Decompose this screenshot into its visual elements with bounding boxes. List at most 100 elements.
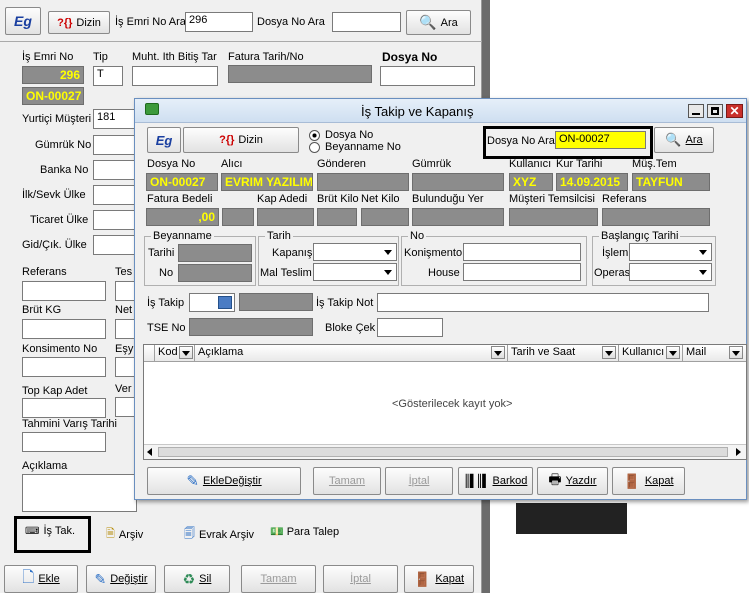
ticaret-ulke-input[interactable] <box>93 210 135 230</box>
col-kullanici-dropdown-icon[interactable] <box>666 346 680 359</box>
konismento-input[interactable] <box>463 243 581 261</box>
mal-teslim-select[interactable] <box>313 263 397 281</box>
yazdir-button[interactable]: 🖶 Yazdır <box>537 467 608 495</box>
col-tarih-saat[interactable]: Tarih ve Saat <box>508 345 619 361</box>
dialog-ara-button[interactable]: 🔍 Ara <box>654 127 714 153</box>
h-alici: Alıcı <box>221 158 243 170</box>
kapanis-label: Kapanış <box>272 247 313 259</box>
col-aciklama[interactable]: Açıklama <box>195 345 508 361</box>
gumruk-no-input[interactable] <box>93 135 135 155</box>
divider <box>0 41 482 42</box>
operas-select[interactable] <box>629 263 712 281</box>
h-dosya-no: Dosya No <box>147 158 196 170</box>
scroll-thumb[interactable] <box>158 447 728 457</box>
keyboard-icon: ⌨ <box>25 525 40 537</box>
yurtici-input[interactable]: 181 <box>93 109 135 129</box>
iptal-button[interactable]: İptal <box>323 565 398 593</box>
dialog-dosya-no-ara-input[interactable]: ON-00027 <box>555 131 646 149</box>
house-input[interactable] <box>463 263 581 281</box>
v-musteri-temsilcisi <box>509 208 598 226</box>
dialog-kapat-button[interactable]: 🚪 Kapat <box>612 467 685 495</box>
evrak-arsiv-link[interactable]: 🗐 Evrak Arşiv <box>184 525 254 544</box>
sil-button[interactable]: ♻ Sil <box>164 565 230 593</box>
dialog-logo-button[interactable]: Eg <box>147 127 181 153</box>
ticaret-ulke-label: Ticaret Ülke <box>30 214 89 226</box>
is-takip-not-input[interactable] <box>377 293 709 312</box>
arsiv-link[interactable]: 🗎 Arşiv <box>106 525 143 544</box>
dosya-no-input[interactable] <box>380 66 475 86</box>
is-tak-link[interactable]: ⌨ İş Tak. <box>25 525 75 537</box>
dialog-iptal-button[interactable]: İptal <box>385 467 453 495</box>
dialog-dizin-button[interactable]: ?{} Dizin <box>183 127 299 153</box>
is-takip-input[interactable] <box>189 293 235 312</box>
ekle-button[interactable]: 🗋 Ekle <box>4 565 78 593</box>
is-emri-no-ara-input[interactable]: 296 <box>185 12 253 32</box>
house-label: House <box>428 267 460 279</box>
ekle-degistir-button[interactable]: ✎ EkleDeğiştir <box>147 467 301 495</box>
radio-beyanname-no[interactable]: Beyanname No <box>309 141 401 153</box>
grid[interactable]: Kod Açıklama Tarih ve Saat Kullanıcı Mai… <box>143 344 747 460</box>
yazdir-label: Yazdır <box>565 475 597 487</box>
dialog-window: İş Takip ve Kapanış ✕ Eg ?{} Dizin Dosya … <box>134 98 747 500</box>
islem-select[interactable] <box>629 243 712 261</box>
aciklama-textarea[interactable] <box>22 474 137 512</box>
col-aciklama-dropdown-icon[interactable] <box>491 346 505 359</box>
col-tarih-saat-dropdown-icon[interactable] <box>602 346 616 359</box>
col-kod[interactable]: Kod <box>155 345 195 361</box>
v-brut-kilo <box>317 208 357 226</box>
dosya-no-ara-label: Dosya No Ara <box>257 16 325 28</box>
v-kap-adedi <box>257 208 314 226</box>
col-mail[interactable]: Mail <box>683 345 746 361</box>
scroll-right-icon[interactable] <box>736 448 741 456</box>
v-mus-tem: TAYFUN <box>632 173 710 191</box>
top-kap-input[interactable] <box>22 398 106 418</box>
ilk-sevk-input[interactable] <box>93 185 135 205</box>
radio-dosya-no[interactable]: Dosya No <box>309 129 373 141</box>
close-button[interactable]: ✕ <box>726 104 743 118</box>
kapat-button[interactable]: 🚪 Kapat <box>404 565 474 593</box>
operas-label: Operas. <box>594 267 634 279</box>
muht-input[interactable] <box>132 66 218 86</box>
gumruk-no-label: Gümrük No <box>35 139 92 151</box>
is-takip-label: İş Takip <box>147 297 185 309</box>
dialog-ara-label: Ara <box>685 134 703 146</box>
v-alici: EVRIM YAZILIM <box>221 173 313 191</box>
brut-kg-input[interactable] <box>22 319 106 339</box>
beyanname-no-label: No <box>159 267 174 279</box>
para-talep-link[interactable]: 💵 Para Talep <box>270 525 339 539</box>
barkod-button[interactable]: ║▌║▌ Barkod <box>458 467 533 495</box>
minimize-button[interactable] <box>688 104 704 118</box>
dosya-no-ara-input[interactable] <box>332 12 401 32</box>
konsimento-input[interactable] <box>22 357 106 377</box>
bloke-cek-input[interactable] <box>377 318 443 337</box>
dialog-tamam-button[interactable]: Tamam <box>313 467 381 495</box>
gid-cik-input[interactable] <box>93 235 135 255</box>
referans-input[interactable] <box>22 281 106 301</box>
logo-button[interactable]: Eg <box>5 7 41 35</box>
kapanis-select[interactable] <box>313 243 397 261</box>
h-fatura-bedeli: Fatura Bedeli <box>147 193 213 205</box>
tes-input[interactable] <box>115 281 135 301</box>
maximize-button[interactable] <box>707 104 723 118</box>
esy-input[interactable] <box>115 357 135 377</box>
beyanname-tarihi-label: Tarihi <box>148 247 175 259</box>
tip-input[interactable]: T <box>93 66 123 86</box>
col-mail-dropdown-icon[interactable] <box>729 346 743 359</box>
banka-no-input[interactable] <box>93 160 135 180</box>
ver-input[interactable] <box>115 397 135 417</box>
barcode-icon: ║▌║▌ <box>463 474 490 488</box>
col-kod-dropdown-icon[interactable] <box>179 346 193 359</box>
ara-button[interactable]: 🔍 Ara <box>406 10 471 35</box>
dizin-button[interactable]: ?{} Dizin <box>48 11 110 34</box>
scroll-left-icon[interactable] <box>147 448 152 456</box>
degistir-button[interactable]: ✎ Değiştir <box>86 565 156 593</box>
tamam-button[interactable]: Tamam <box>241 565 316 593</box>
v-bulundugu-yer <box>412 208 504 226</box>
tahmini-varis-input[interactable] <box>22 432 106 452</box>
minimize-icon <box>692 113 700 115</box>
horizontal-scrollbar[interactable] <box>144 444 746 459</box>
col-kullanici[interactable]: Kullanıcı <box>619 345 683 361</box>
net-input[interactable] <box>115 319 135 339</box>
aciklama-label: Açıklama <box>22 460 68 472</box>
col-aciklama-label: Açıklama <box>198 346 244 358</box>
